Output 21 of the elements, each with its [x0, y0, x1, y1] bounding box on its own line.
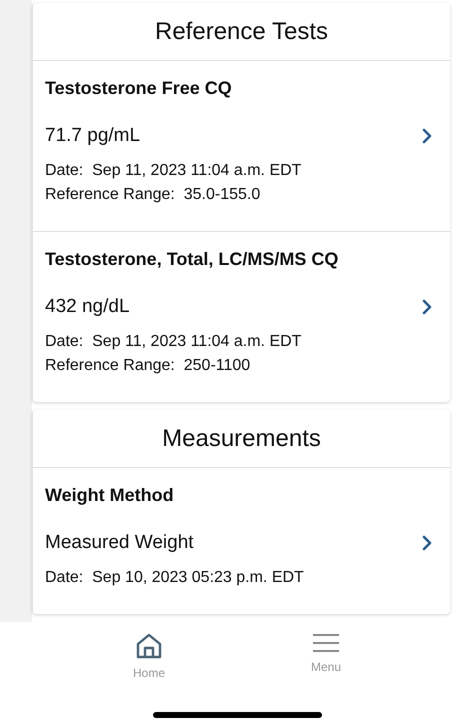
chevron-right-icon[interactable]: [422, 299, 432, 315]
detail-text: Reference Range: 35.0-155.0: [45, 185, 262, 205]
result-row[interactable]: Testosterone Free CQ 71.7 pg/mL Date: Sep 11, 2023 11:04 a.m. EDT Reference Range: 35.0-155.0: [33, 61, 450, 232]
detail-text: Date: Sep 11, 2023 11:04 a.m. EDT: [45, 161, 302, 181]
test-name: Testosterone, Total, LC/MS/MS CQ: [45, 248, 340, 271]
test-name: Testosterone Free CQ: [45, 77, 233, 100]
menu-icon: [312, 632, 340, 654]
section-title: Reference Tests: [33, 3, 450, 61]
home-icon: [134, 632, 163, 660]
detail-text: Date: Sep 10, 2023 05:23 p.m. EDT: [45, 568, 305, 588]
result-value: Measured Weight: [45, 531, 194, 555]
detail-text: Reference Range: 250-1100: [45, 356, 252, 376]
result-row[interactable]: Weight Method Measured Weight Date: Sep 10, 2023 05:23 p.m. EDT: [33, 468, 450, 614]
detail-text: Date: Sep 11, 2023 11:04 a.m. EDT: [45, 332, 302, 352]
chevron-right-icon[interactable]: [422, 128, 432, 144]
result-value: 432 ng/dL: [45, 295, 130, 319]
test-name: Weight Method: [45, 484, 175, 507]
section-title: Measurements: [33, 410, 450, 468]
result-value: 71.7 pg/mL: [45, 124, 140, 148]
chevron-right-icon[interactable]: [422, 535, 432, 551]
result-row[interactable]: Testosterone, Total, LC/MS/MS CQ 432 ng/dL Date: Sep 11, 2023 11:04 a.m. EDT Reference Range: 250-1100: [33, 232, 450, 402]
